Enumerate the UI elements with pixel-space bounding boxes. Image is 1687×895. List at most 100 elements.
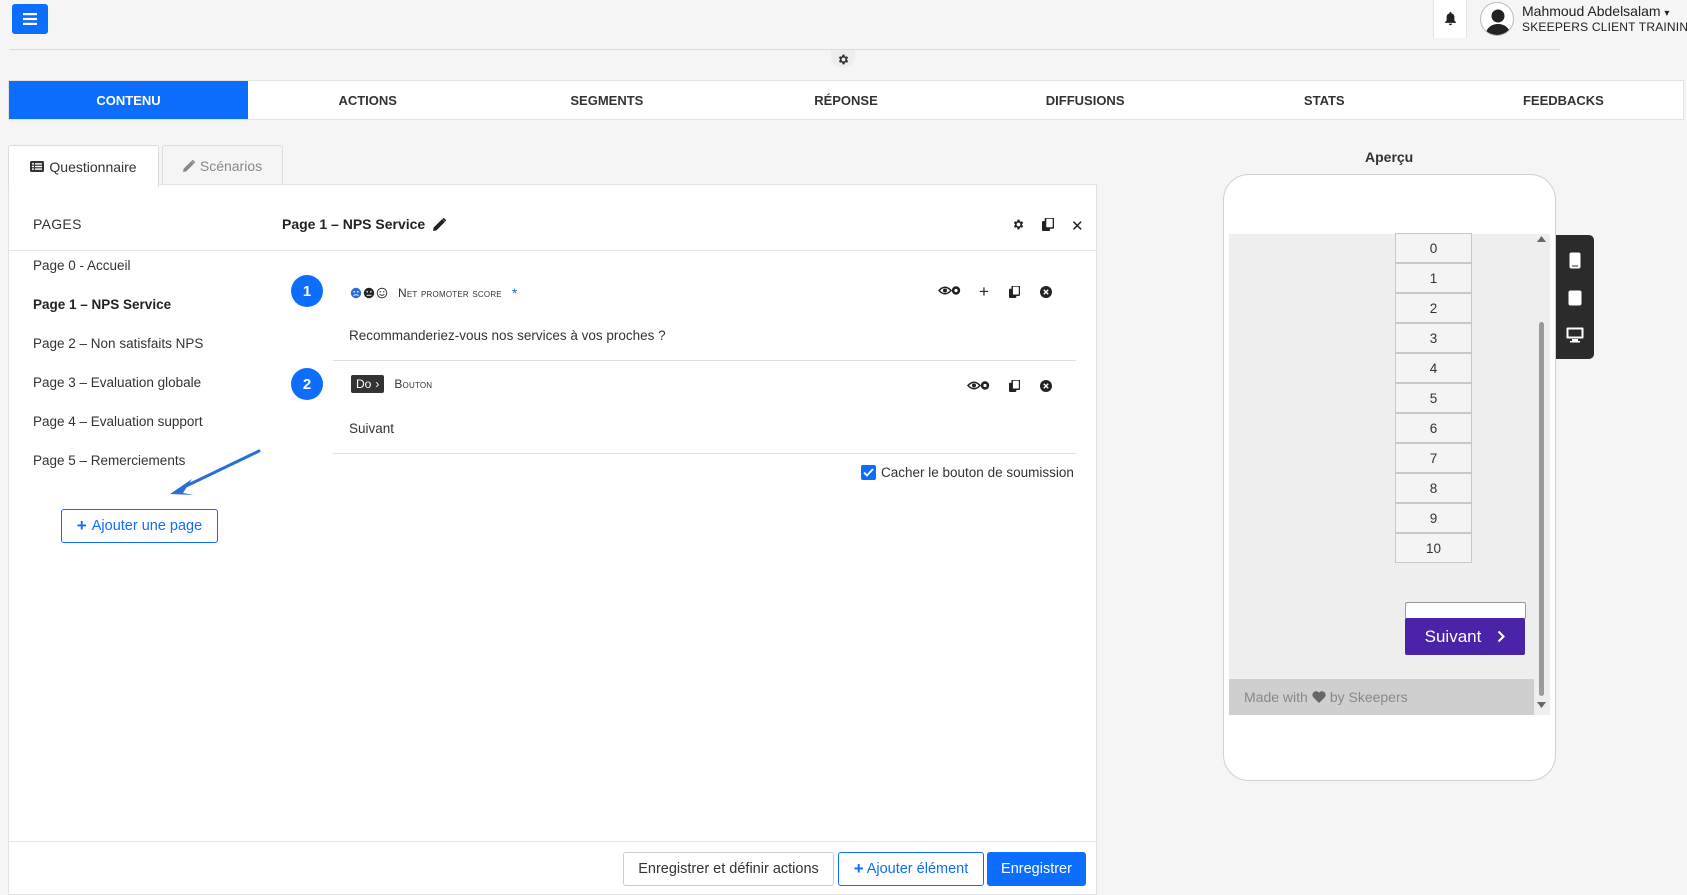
- smiley-faces-icon: [350, 287, 388, 299]
- do-badge-label: Do: [356, 377, 372, 391]
- user-organization: SKEEPERS CLIENT TRAINING: [1522, 20, 1687, 34]
- preview-heading: Aperçu: [1365, 149, 1414, 165]
- chevron-right-icon: [1498, 630, 1506, 643]
- page-title-text: Page 1 – NPS Service: [282, 216, 426, 232]
- annotation-arrow: [168, 448, 263, 498]
- question-type-label: Bouton: [394, 377, 433, 391]
- nps-option[interactable]: 5: [1395, 383, 1472, 413]
- user-name[interactable]: Mahmoud Abdelsalam ▾: [1522, 3, 1669, 19]
- tab-segments[interactable]: SEGMENTS: [487, 81, 726, 119]
- close-circle-icon: [1040, 380, 1052, 392]
- mobile-icon: [1569, 252, 1581, 268]
- do-badge: Do ›: [351, 375, 385, 393]
- question-text[interactable]: Suivant: [349, 421, 394, 436]
- question-type: Net promoter score *: [350, 285, 517, 301]
- add-element-label: Ajouter élément: [866, 861, 969, 877]
- plus-icon: +: [76, 516, 87, 535]
- visibility-settings-button[interactable]: [967, 379, 991, 392]
- question-text[interactable]: Recommanderiez-vous nos services à vos p…: [349, 328, 666, 343]
- preview-next-button[interactable]: Suivant: [1405, 618, 1525, 655]
- list-icon: [30, 161, 45, 172]
- scrollbar-thumb[interactable]: [1539, 322, 1544, 696]
- nps-option[interactable]: 10: [1395, 533, 1472, 563]
- question-divider: [333, 453, 1076, 454]
- eye-gear-icon: [967, 381, 990, 390]
- tab-actions[interactable]: ACTIONS: [248, 81, 487, 119]
- scroll-up-arrow-icon[interactable]: [1537, 236, 1546, 242]
- edit-title-button[interactable]: [433, 217, 447, 231]
- page-item[interactable]: Page 5 – Remerciements: [33, 453, 185, 468]
- close-icon[interactable]: ✕: [1071, 217, 1084, 235]
- page-item-active[interactable]: Page 1 – NPS Service: [33, 297, 171, 312]
- scroll-down-arrow-icon[interactable]: [1537, 702, 1546, 708]
- nps-option[interactable]: 4: [1395, 353, 1472, 383]
- user-avatar-icon: [1485, 9, 1511, 35]
- tablet-device-button[interactable]: [1568, 290, 1582, 306]
- question-type-label: Net promoter score: [398, 286, 502, 300]
- page-settings-button[interactable]: [1012, 218, 1025, 231]
- device-switcher: [1556, 235, 1594, 359]
- required-asterisk-icon: *: [511, 285, 518, 301]
- save-and-define-actions-button[interactable]: Enregistrer et définir actions: [623, 852, 834, 886]
- question-number: 1: [291, 275, 323, 307]
- nps-option[interactable]: 1: [1395, 263, 1472, 293]
- delete-question-button[interactable]: [1040, 380, 1052, 392]
- mobile-device-button[interactable]: [1569, 252, 1581, 269]
- tab-feedbacks[interactable]: FEEDBACKS: [1444, 81, 1683, 119]
- tablet-icon: [1568, 290, 1582, 305]
- nps-option[interactable]: 2: [1395, 293, 1472, 323]
- nps-option[interactable]: 7: [1395, 443, 1472, 473]
- heart-icon: [1312, 691, 1326, 703]
- hide-submit-label: Cacher le bouton de soumission: [881, 465, 1074, 480]
- delete-question-button[interactable]: [1040, 286, 1052, 298]
- tab-questionnaire[interactable]: Questionnaire: [8, 145, 159, 187]
- duplicate-page-button[interactable]: [1042, 218, 1054, 231]
- made-with-label: Made with: [1244, 689, 1308, 705]
- copy-icon: [1042, 218, 1054, 231]
- hamburger-menu-button[interactable]: [12, 4, 48, 34]
- add-page-button[interactable]: + Ajouter une page: [61, 509, 218, 543]
- tab-questionnaire-label: Questionnaire: [49, 158, 137, 175]
- avatar[interactable]: [1480, 2, 1514, 36]
- hide-submit-checkbox[interactable]: Cacher le bouton de soumission: [861, 465, 1074, 480]
- bell-icon: [1444, 12, 1456, 26]
- tab-reponse[interactable]: RÉPONSE: [726, 81, 965, 119]
- tab-scenarios[interactable]: Scénarios: [162, 145, 283, 185]
- question-divider: [333, 360, 1076, 361]
- tab-contenu[interactable]: CONTENU: [9, 81, 249, 119]
- checkbox-checked-icon[interactable]: [861, 465, 876, 480]
- visibility-settings-button[interactable]: [938, 284, 962, 297]
- brand-label: by Skeepers: [1329, 689, 1408, 705]
- gear-icon: [838, 54, 848, 64]
- duplicate-question-button[interactable]: [1009, 286, 1020, 298]
- pencil-icon: [433, 217, 447, 231]
- tab-diffusions[interactable]: DIFFUSIONS: [966, 81, 1205, 119]
- copy-icon: [1009, 380, 1020, 392]
- page-item[interactable]: Page 3 – Evaluation globale: [33, 375, 201, 390]
- notifications-button[interactable]: [1433, 0, 1467, 38]
- nps-option[interactable]: 6: [1395, 413, 1472, 443]
- preview-next-label: Suivant: [1424, 626, 1482, 646]
- chevron-right-icon: ›: [375, 377, 380, 391]
- nps-option[interactable]: 8: [1395, 473, 1472, 503]
- save-button[interactable]: Enregistrer: [987, 852, 1086, 886]
- page-header-divider: [272, 250, 1097, 251]
- copy-icon: [1009, 286, 1020, 298]
- caret-down-icon: ▾: [1664, 8, 1670, 19]
- nps-option[interactable]: 0: [1395, 233, 1472, 263]
- tab-stats[interactable]: STATS: [1205, 81, 1444, 119]
- page-item[interactable]: Page 0 - Accueil: [33, 258, 131, 273]
- page-item[interactable]: Page 2 – Non satisfaits NPS: [33, 336, 203, 351]
- add-icon[interactable]: +: [979, 282, 989, 302]
- nps-option[interactable]: 3: [1395, 323, 1472, 353]
- preview-text-field[interactable]: [1405, 602, 1526, 619]
- add-element-button[interactable]: + Ajouter élément: [838, 852, 984, 886]
- duplicate-question-button[interactable]: [1009, 380, 1020, 392]
- settings-toggle[interactable]: [831, 50, 855, 68]
- nps-option[interactable]: 9: [1395, 503, 1472, 533]
- close-circle-icon: [1040, 286, 1052, 298]
- pages-heading: PAGES: [33, 216, 82, 232]
- footer-divider: [8, 841, 1097, 842]
- page-item[interactable]: Page 4 – Evaluation support: [33, 414, 203, 429]
- desktop-device-button[interactable]: [1566, 327, 1584, 343]
